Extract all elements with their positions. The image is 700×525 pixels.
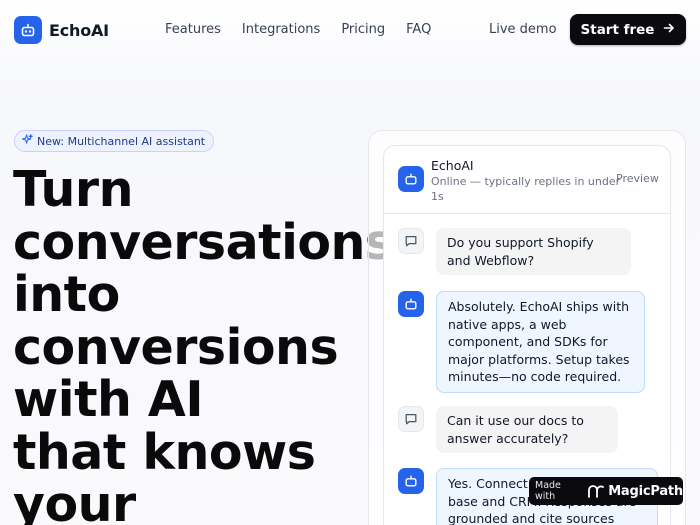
bot-icon [398, 166, 424, 192]
sparkle-icon [21, 134, 33, 148]
bot-icon [398, 291, 424, 317]
bot-icon [398, 468, 424, 494]
arrow-right-icon [663, 22, 675, 38]
magicpath-brand: MagicPath [608, 483, 683, 499]
nav-links: Features Integrations Pricing FAQ [165, 22, 452, 37]
magicpath-logo-icon [586, 480, 606, 502]
chat-icon [398, 228, 424, 254]
live-demo-link[interactable]: Live demo [489, 22, 557, 37]
chat-title: EchoAI [431, 158, 474, 173]
made-with-label: Made with [535, 480, 561, 502]
made-with-badge[interactable]: Made with MagicPath [529, 477, 683, 505]
brand-name: EchoAI [49, 20, 109, 40]
brand-logo[interactable]: EchoAI [14, 16, 109, 44]
start-free-button[interactable]: Start free [570, 14, 686, 45]
user-message-bubble: Do you support Shopify and Webflow? [436, 228, 631, 275]
user-message-bubble: Can it use our docs to answer accurately… [436, 406, 618, 453]
chat-icon [398, 406, 424, 432]
bot-icon [14, 16, 42, 44]
bot-message-bubble: Absolutely. EchoAI ships with native app… [436, 291, 645, 393]
chat-widget: EchoAI Online — typically replies in und… [383, 145, 671, 525]
chat-header: EchoAI Online — typically replies in und… [384, 146, 670, 214]
nav-link-features[interactable]: Features [165, 22, 221, 37]
announcement-badge[interactable]: New: Multichannel AI assistant [14, 130, 215, 152]
nav-link-faq[interactable]: FAQ [406, 22, 431, 37]
start-free-label: Start free [580, 21, 655, 38]
preview-label: Preview [616, 172, 659, 185]
chat-status: Online — typically replies in under 1s [431, 175, 621, 203]
announcement-text: New: Multichannel AI assistant [37, 134, 206, 148]
top-nav: EchoAI Features Integrations Pricing FAQ… [0, 0, 700, 60]
nav-link-pricing[interactable]: Pricing [341, 22, 385, 37]
nav-link-integrations[interactable]: Integrations [242, 22, 320, 37]
